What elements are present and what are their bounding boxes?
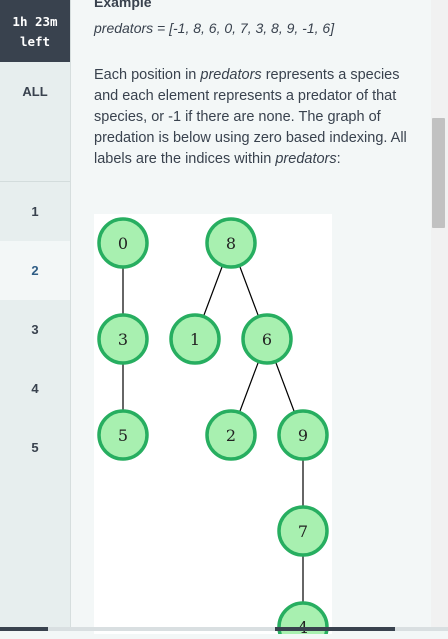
- graph-node-8: 8: [205, 217, 257, 269]
- example-heading: Example: [94, 0, 152, 10]
- graph-node-1: 1: [169, 313, 221, 365]
- problem-description: Each position in predators represents a …: [94, 65, 412, 170]
- graph-node-label: 3: [118, 330, 128, 349]
- predation-graph-svg: 0 8 3 1 6 5 2 9 7 4: [97, 217, 329, 639]
- graph-node-label: 0: [118, 234, 128, 253]
- graph-node-label: 8: [226, 234, 236, 253]
- graph-node-5: 5: [97, 409, 149, 461]
- graph-node-6: 6: [241, 313, 293, 365]
- graph-node-9: 9: [277, 409, 329, 461]
- scrollbar-thumb[interactable]: [432, 118, 445, 228]
- desc-term-2: predators: [275, 151, 337, 167]
- predation-graph: 0 8 3 1 6 5 2 9 7 4: [94, 214, 332, 639]
- bottom-bar-segment: [0, 627, 48, 631]
- graph-node-3: 3: [97, 313, 149, 365]
- scrollbar-track[interactable]: [431, 0, 448, 631]
- nav-question-5[interactable]: 5: [0, 418, 70, 477]
- question-sidebar: 1h 23m left ALL 1 2 3 4 5: [0, 0, 71, 631]
- graph-node-label: 9: [298, 426, 308, 445]
- graph-node-label: 2: [226, 426, 236, 445]
- nav-question-3[interactable]: 3: [0, 300, 70, 359]
- bottom-bar-segment: [275, 627, 395, 631]
- graph-node-label: 6: [262, 330, 272, 349]
- example-code: predators = [-1, 8, 6, 0, 7, 3, 8, 9, -1…: [94, 20, 335, 36]
- desc-text-1: Each position in: [94, 67, 201, 83]
- graph-node-label: 7: [298, 522, 308, 541]
- graph-node-label: 1: [190, 330, 200, 349]
- graph-node-0: 0: [97, 217, 149, 269]
- desc-term-1: predators: [200, 67, 262, 83]
- graph-node-label: 4: [298, 618, 308, 634]
- graph-node-7: 7: [277, 505, 329, 557]
- graph-node-2: 2: [205, 409, 257, 461]
- nav-question-4[interactable]: 4: [0, 359, 70, 418]
- timer-line1: 1h 23m: [12, 14, 58, 29]
- graph-node-label: 5: [118, 426, 128, 445]
- nav-question-2[interactable]: 2: [0, 241, 70, 300]
- nav-all[interactable]: ALL: [0, 62, 70, 122]
- desc-text-3: :: [336, 151, 341, 167]
- timer-line2: left: [19, 34, 51, 49]
- nav-info[interactable]: [0, 122, 70, 282]
- time-remaining: 1h 23m left: [0, 0, 70, 62]
- nav-question-1[interactable]: 1: [0, 182, 70, 241]
